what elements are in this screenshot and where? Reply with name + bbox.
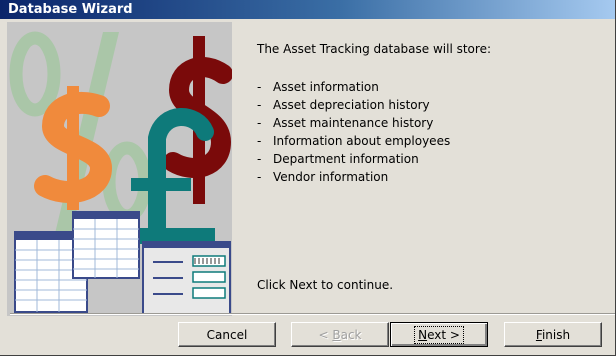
list-item: - Asset maintenance history bbox=[257, 116, 434, 130]
list-item: - Vendor information bbox=[257, 170, 389, 184]
wizard-illustration bbox=[7, 22, 232, 316]
continue-hint: Click Next to continue. bbox=[257, 278, 394, 292]
storage-list: - Asset information - Asset depreciation h… bbox=[257, 78, 597, 186]
button-separator bbox=[10, 313, 615, 315]
list-item: - Asset information bbox=[257, 80, 379, 94]
database-wizard-dialog: Database Wizard The Asset Tracking datab… bbox=[0, 0, 616, 356]
list-item: - Information about employees bbox=[257, 134, 451, 148]
back-button[interactable]: < Back bbox=[291, 322, 389, 347]
list-item: - Asset depreciation history bbox=[257, 98, 430, 112]
next-button[interactable]: Next > bbox=[390, 322, 488, 347]
window-title: Database Wizard bbox=[8, 2, 133, 17]
finish-button[interactable]: Finish bbox=[504, 322, 602, 347]
title-bar[interactable]: Database Wizard bbox=[0, 0, 615, 19]
form-graphic bbox=[142, 241, 231, 315]
list-item: - Department information bbox=[257, 152, 419, 166]
spreadsheet-graphic-center bbox=[72, 211, 140, 279]
cancel-button[interactable]: Cancel bbox=[178, 322, 276, 347]
wizard-content: The Asset Tracking database will store: … bbox=[257, 40, 597, 186]
intro-text: The Asset Tracking database will store: bbox=[257, 42, 491, 56]
